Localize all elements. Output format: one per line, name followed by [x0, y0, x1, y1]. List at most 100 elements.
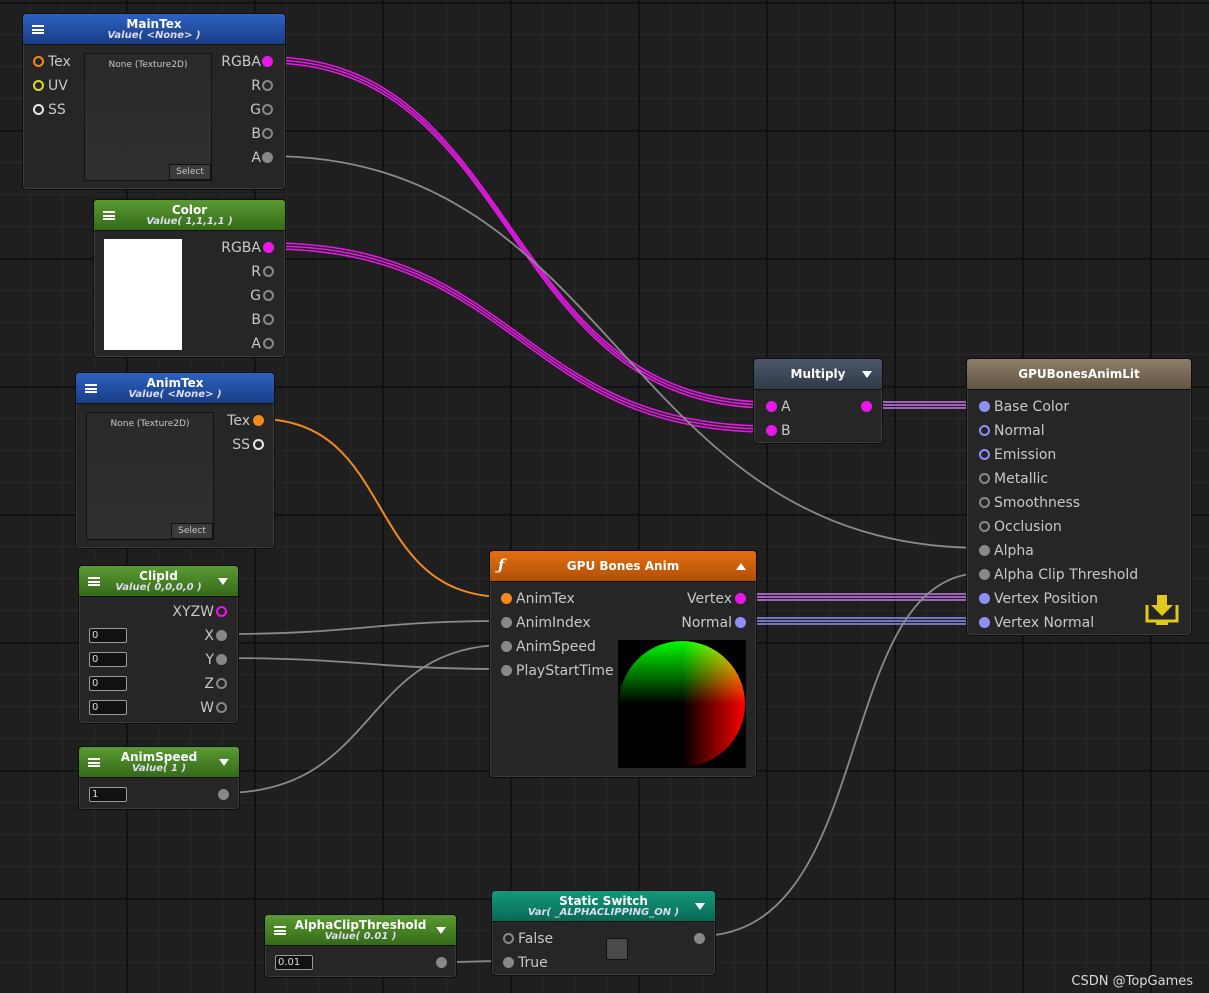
- staticswitch-header[interactable]: Static Switch Var( _ALPHACLIPPING_ON ): [492, 891, 715, 922]
- input-port-false[interactable]: [503, 933, 514, 944]
- input-port-playstarttime[interactable]: [501, 665, 512, 676]
- watermark: CSDN @TopGames: [1071, 974, 1193, 989]
- color-header[interactable]: Color Value( 1,1,1,1 ): [94, 200, 285, 231]
- alphaclip-node[interactable]: AlphaClipThreshold Value( 0.01 ) 0.01: [264, 914, 457, 978]
- output-port-x[interactable]: [216, 630, 227, 641]
- input-label-smoothness: Smoothness: [994, 495, 1081, 511]
- input-port-b[interactable]: [766, 425, 777, 436]
- node-subtitle: Var( _ALPHACLIPPING_ON ): [527, 907, 680, 918]
- output-port-y[interactable]: [216, 654, 227, 665]
- output-port-xyzw[interactable]: [216, 606, 227, 617]
- color-swatch[interactable]: [104, 239, 182, 350]
- collapse-arrow-icon[interactable]: [436, 927, 446, 934]
- input-port-alpha[interactable]: [979, 545, 990, 556]
- output-port-z[interactable]: [216, 678, 227, 689]
- input-port-emission[interactable]: [979, 449, 990, 460]
- output-port-r[interactable]: [262, 80, 273, 91]
- output-port-vertex[interactable]: [735, 593, 746, 604]
- node-title: AnimTex: [146, 376, 204, 390]
- output-port-normal[interactable]: [735, 617, 746, 628]
- input-port-normal[interactable]: [979, 425, 990, 436]
- output-port-g[interactable]: [262, 104, 273, 115]
- input-port-animspeed[interactable]: [501, 641, 512, 652]
- input-port-animindex[interactable]: [501, 617, 512, 628]
- multiply-node[interactable]: Multiply A B: [753, 358, 883, 444]
- animtex-node[interactable]: AnimTex Value( <None> ) None (Texture2D)…: [75, 372, 275, 549]
- gpubones-node[interactable]: ƒ GPU Bones Anim AnimTex AnimIndex AnimS…: [489, 550, 757, 778]
- output-port-g[interactable]: [263, 290, 274, 301]
- output-port-r[interactable]: [263, 266, 274, 277]
- input-port-ss[interactable]: [33, 104, 44, 115]
- output-port-ss[interactable]: [253, 439, 264, 450]
- output-port-value[interactable]: [218, 789, 229, 800]
- maintex-node[interactable]: MainTex Value( <None> ) Tex UV SS None (…: [22, 13, 286, 190]
- animspeed-node[interactable]: AnimSpeed Value( 1 ) 1: [78, 746, 240, 810]
- input-label-animspeed: AnimSpeed: [516, 639, 596, 655]
- collapse-arrow-icon[interactable]: [736, 563, 746, 570]
- input-port-vertex-position[interactable]: [979, 593, 990, 604]
- input-port-a[interactable]: [766, 401, 777, 412]
- staticswitch-node[interactable]: Static Switch Var( _ALPHACLIPPING_ON ) F…: [491, 890, 716, 976]
- input-port-smoothness[interactable]: [979, 497, 990, 508]
- clipid-node[interactable]: ClipId Value( 0,0,0,0 ) XYZW 0 X 0 Y 0 Z…: [78, 565, 239, 724]
- switch-toggle[interactable]: [606, 938, 628, 960]
- output-node[interactable]: GPUBonesAnimLit Base Color Normal Emissi…: [966, 358, 1192, 636]
- save-download-icon[interactable]: [1144, 593, 1180, 625]
- texture-preview[interactable]: None (Texture2D) Select: [86, 412, 214, 540]
- clipid-header[interactable]: ClipId Value( 0,0,0,0 ): [79, 566, 238, 597]
- output-port-value[interactable]: [436, 957, 447, 968]
- input-label-animtex: AnimTex: [516, 591, 575, 607]
- input-port-true[interactable]: [503, 957, 514, 968]
- texture-preview[interactable]: None (Texture2D) Select: [84, 53, 212, 181]
- gpubones-header[interactable]: ƒ GPU Bones Anim: [490, 551, 756, 582]
- multiply-header[interactable]: Multiply: [754, 359, 882, 390]
- output-port-result[interactable]: [694, 933, 705, 944]
- output-label-r: R: [251, 78, 261, 94]
- speed-value-field[interactable]: 1: [89, 787, 127, 802]
- output-port-b[interactable]: [262, 128, 273, 139]
- output-header[interactable]: GPUBonesAnimLit: [967, 359, 1191, 390]
- animtex-header[interactable]: AnimTex Value( <None> ): [76, 373, 274, 404]
- output-port-a[interactable]: [262, 152, 273, 163]
- input-port-uv[interactable]: [33, 80, 44, 91]
- maintex-header[interactable]: MainTex Value( <None> ): [23, 14, 285, 45]
- select-button[interactable]: Select: [171, 523, 213, 539]
- x-value-field[interactable]: 0: [89, 628, 127, 643]
- output-port-rgba[interactable]: [262, 56, 273, 67]
- input-port-metallic[interactable]: [979, 473, 990, 484]
- output-port-b[interactable]: [263, 314, 274, 325]
- w-value-field[interactable]: 0: [89, 700, 127, 715]
- input-label-metallic: Metallic: [994, 471, 1049, 487]
- output-port-w[interactable]: [216, 702, 227, 713]
- output-port-a[interactable]: [263, 338, 274, 349]
- input-label-tex: Tex: [48, 54, 71, 70]
- input-port-tex[interactable]: [33, 56, 44, 67]
- collapse-arrow-icon[interactable]: [862, 371, 872, 378]
- output-port-tex[interactable]: [253, 415, 264, 426]
- threshold-value-field[interactable]: 0.01: [275, 955, 313, 970]
- preview-sphere[interactable]: [618, 640, 746, 768]
- input-port-occlusion[interactable]: [979, 521, 990, 532]
- input-port-vertex-normal[interactable]: [979, 617, 990, 628]
- input-port-base-color[interactable]: [979, 401, 990, 412]
- collapse-arrow-icon[interactable]: [218, 578, 228, 585]
- z-value-field[interactable]: 0: [89, 676, 127, 691]
- animspeed-header[interactable]: AnimSpeed Value( 1 ): [79, 747, 239, 778]
- output-port-rgba[interactable]: [263, 242, 274, 253]
- y-value-field[interactable]: 0: [89, 652, 127, 667]
- input-port-alpha-clip-threshold[interactable]: [979, 569, 990, 580]
- input-port-animtex[interactable]: [501, 593, 512, 604]
- node-subtitle: Value( 0.01 ): [324, 931, 397, 942]
- output-label-ss: SS: [232, 437, 250, 453]
- input-label-false: False: [518, 931, 554, 947]
- output-label-g: G: [250, 102, 261, 118]
- collapse-arrow-icon[interactable]: [695, 903, 705, 910]
- output-port-result[interactable]: [861, 401, 872, 412]
- output-label-rgba: RGBA: [221, 240, 261, 256]
- texture-caption: None (Texture2D): [110, 419, 190, 429]
- alphaclip-header[interactable]: AlphaClipThreshold Value( 0.01 ): [265, 915, 456, 946]
- color-node[interactable]: Color Value( 1,1,1,1 ) RGBA R G B A: [93, 199, 286, 358]
- node-title: AnimSpeed: [120, 750, 198, 764]
- collapse-arrow-icon[interactable]: [219, 759, 229, 766]
- select-button[interactable]: Select: [169, 164, 211, 180]
